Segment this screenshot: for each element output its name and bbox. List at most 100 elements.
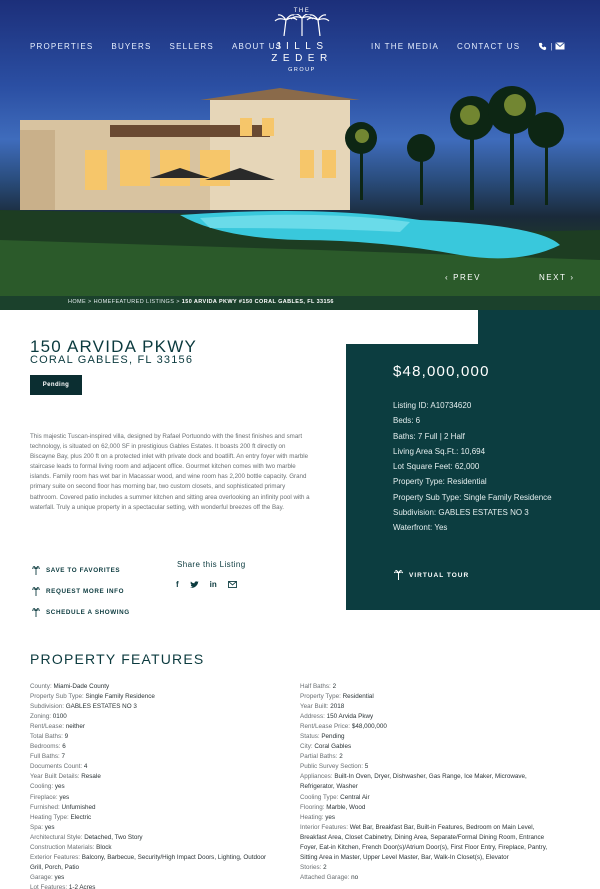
listing-description: This majestic Tuscan-inspired villa, des… [30, 433, 310, 511]
request-label: REQUEST MORE INFO [46, 588, 125, 595]
breadcrumb-separator: > [174, 299, 182, 305]
feature-row: Total Baths: 9 [30, 732, 280, 742]
feature-row: Garage: yes [30, 873, 280, 883]
feature-value: yes [54, 783, 65, 791]
feature-row: Exterior Features: Balcony, Barbecue, Se… [30, 853, 280, 873]
feature-row: Cooling: yes [30, 782, 280, 792]
feature-value: Resale [81, 773, 101, 781]
nav-sellers[interactable]: SELLERS [170, 42, 214, 51]
feature-key: Subdivision: [30, 703, 64, 711]
palm-icon [394, 570, 403, 580]
listing-actions: SAVE TO FAVORITES REQUEST MORE INFO SCHE… [32, 560, 130, 623]
feature-key: Year Built: [300, 703, 329, 711]
feature-row: Documents Count: 4 [30, 762, 280, 772]
site-logo[interactable]: THE JILLS ZEDER GROUP [262, 8, 342, 73]
feature-key: Heating: [300, 813, 324, 821]
nav-properties[interactable]: PROPERTIES [30, 42, 93, 51]
twitter-icon[interactable] [189, 580, 199, 589]
feature-key: Architectural Style: [30, 833, 83, 841]
feature-value: Marble, Wood [326, 803, 366, 811]
feature-value: 2018 [330, 703, 345, 711]
feature-row: Furnished: Unfurnished [30, 803, 280, 813]
nav-contact-us[interactable]: CONTACT US [457, 42, 520, 51]
fact-property-sub-type: Property Sub Type: Single Family Residen… [393, 492, 552, 502]
feature-key: Zoning: [30, 713, 52, 721]
listing-city: CORAL GABLES, FL 33156 [30, 354, 194, 366]
share-icons: f in [176, 580, 237, 589]
feature-row: Public Survey Section: 5 [300, 762, 552, 772]
feature-value: $48,000,000 [351, 723, 387, 731]
feature-row: Property Sub Type: Single Family Residen… [30, 692, 280, 702]
request-more-info-button[interactable]: REQUEST MORE INFO [32, 581, 130, 602]
feature-row: Attached Garage: no [300, 873, 552, 883]
fact-subdivision: Subdivision: GABLES ESTATES NO 3 [393, 508, 529, 518]
breadcrumb-current: 150 ARVIDA PKWY #150 CORAL GABLES, FL 33… [181, 299, 334, 305]
facebook-icon[interactable]: f [176, 580, 179, 589]
feature-row: Fireplace: yes [30, 793, 280, 803]
feature-row: Heating: yes [300, 813, 552, 823]
next-button[interactable]: NEXT › [539, 273, 575, 282]
feature-key: Construction Materials: [30, 843, 95, 851]
feature-row: Year Built: 2018 [300, 702, 552, 712]
nav-in-the-media[interactable]: IN THE MEDIA [371, 42, 439, 51]
palm-icon [32, 566, 40, 575]
prev-button[interactable]: ‹ PREV [445, 273, 481, 282]
feature-key: Attached Garage: [300, 873, 350, 881]
palm-icon [32, 587, 40, 596]
feature-key: Address: [300, 713, 325, 721]
property-features-title: PROPERTY FEATURES [30, 651, 205, 667]
feature-value: Block [96, 843, 112, 851]
logo-group: GROUP [288, 67, 316, 73]
breadcrumb: HOME > HOMEFEATURED LISTINGS > 150 ARVID… [68, 299, 334, 305]
feature-row: Heating Type: Electric [30, 813, 280, 823]
feature-row: Subdivision: GABLES ESTATES NO 3 [30, 702, 280, 712]
nav-buyers[interactable]: BUYERS [111, 42, 151, 51]
schedule-showing-button[interactable]: SCHEDULE A SHOWING [32, 602, 130, 623]
feature-row: Zoning: 0100 [30, 712, 280, 722]
feature-key: Rent/Lease: [30, 723, 64, 731]
feature-value: 1-2 Acres [68, 883, 96, 889]
phone-icon[interactable] [538, 42, 547, 51]
feature-value: yes [44, 823, 55, 831]
feature-key: Cooling Type: [300, 793, 339, 801]
feature-key: Property Type: [300, 693, 341, 701]
feature-value: yes [325, 813, 336, 821]
breadcrumb-home[interactable]: HOME [68, 299, 86, 305]
breadcrumb-separator: > [86, 299, 94, 305]
mail-icon[interactable] [555, 42, 565, 50]
feature-value: Residential [342, 693, 374, 701]
feature-row: Lot Features: 1-2 Acres [30, 883, 280, 889]
feature-row: City: Coral Gables [300, 742, 552, 752]
virtual-tour-button[interactable]: VIRTUAL TOUR [394, 570, 469, 580]
main-nav-left: PROPERTIES BUYERS SELLERS ABOUT US [30, 42, 282, 51]
feature-row: Stories: 2 [300, 863, 552, 873]
feature-key: Appliances: [300, 773, 333, 781]
feature-value: Built-In Oven, Dryer, Dishwasher, Gas Ra… [300, 773, 527, 791]
palm-trees-icon [274, 13, 330, 37]
listing-price: $48,000,000 [393, 363, 490, 380]
feature-value: Detached, Two Story [84, 833, 143, 841]
prev-label: PREV [453, 273, 481, 282]
fact-property-type: Property Type: Residential [393, 477, 487, 487]
linkedin-icon[interactable]: in [210, 580, 217, 589]
feature-value: 7 [61, 753, 66, 761]
hero-image: PROPERTIES BUYERS SELLERS ABOUT US THE J… [0, 0, 600, 310]
feature-key: Fireplace: [30, 793, 58, 801]
feature-row: Rent/Lease: neither [30, 722, 280, 732]
feature-key: Furnished: [30, 803, 60, 811]
feature-value: Unfurnished [61, 803, 96, 811]
save-to-favorites-button[interactable]: SAVE TO FAVORITES [32, 560, 130, 581]
feature-key: Year Built Details: [30, 773, 80, 781]
breadcrumb-featured[interactable]: HOMEFEATURED LISTINGS [94, 299, 175, 305]
features-right-column: Half Baths: 2 Property Type: Residential Y… [300, 682, 552, 883]
features-left-column: County: Miami-Dade County Property Sub Ty… [30, 682, 280, 889]
email-icon[interactable] [227, 581, 237, 588]
listing-facts: Listing ID: A10734620 Beds: 6 Baths: 7 F… [393, 398, 563, 536]
feature-value: 6 [62, 743, 66, 751]
feature-row: County: Miami-Dade County [30, 682, 280, 692]
logo-zeder: ZEDER [271, 53, 333, 64]
panel-accent [478, 310, 600, 344]
feature-value: neither [65, 723, 85, 731]
feature-value: Coral Gables [314, 743, 352, 751]
feature-value: 2 [323, 863, 327, 871]
